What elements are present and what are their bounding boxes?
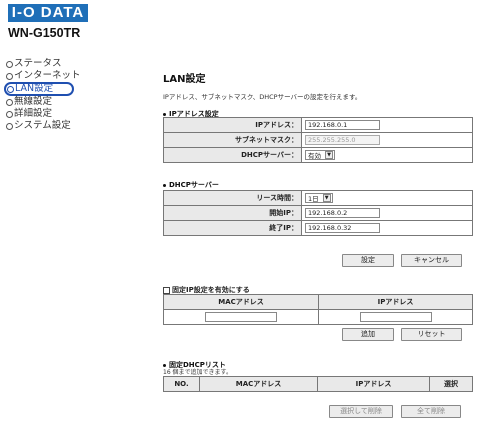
dhcp-list-header-row: NO. MACアドレス IPアドレス 選択 (163, 376, 473, 392)
lease-time-row: リース時間： 1日 ▼ (163, 190, 473, 206)
bullet-icon (163, 112, 166, 116)
ip-address-label: IPアドレス： (163, 117, 302, 133)
static-ip-address-input[interactable] (359, 312, 432, 322)
bullet-icon (6, 98, 13, 106)
bullet-icon (6, 60, 13, 68)
bullet-icon (6, 72, 13, 80)
section-title-text: DHCPサーバー (169, 181, 219, 189)
nav-label: インターネット (14, 70, 81, 81)
dhcp-server-label: DHCPサーバー： (163, 147, 302, 163)
bullet-icon (163, 183, 166, 187)
brand-logo: I-O DATA (8, 4, 88, 22)
dhcp-server-select[interactable]: 有効 ▼ (305, 150, 335, 160)
bullet-icon (7, 85, 14, 93)
dhcp-list-note: 16 個まで追加できます。 (163, 369, 232, 376)
static-ip-header-row: MACアドレス IPアドレス (163, 294, 473, 310)
ip-settings-table: IPアドレス： 192.168.0.1 サブネットマスク： 255.255.25… (163, 117, 473, 163)
dhcp-server-value: 有効 (308, 152, 321, 160)
ip-address-column-header: IPアドレス (317, 376, 430, 392)
nav-label: システム設定 (14, 120, 71, 131)
no-column-header: NO. (163, 376, 200, 392)
mac-address-column-header: MACアドレス (199, 376, 318, 392)
cancel-button[interactable]: キャンセル (401, 254, 462, 267)
ip-address-column-header: IPアドレス (318, 294, 473, 310)
chevron-down-icon: ▼ (322, 194, 331, 202)
subnet-mask-row: サブネットマスク： 255.255.255.0 (163, 132, 473, 148)
chevron-down-icon: ▼ (325, 151, 333, 159)
sidebar-nav: ステータス インターネット LAN設定 無線設定 詳細設定 システム設定 (4, 58, 106, 132)
lease-time-label: リース時間： (163, 190, 302, 206)
static-ip-entry-table: MACアドレス IPアドレス (163, 294, 473, 325)
dhcp-settings-table: リース時間： 1日 ▼ 開始IP： 192.168.0.2 終了IP： 192.1… (163, 190, 473, 236)
mac-address-input[interactable] (205, 312, 277, 322)
nav-label: ステータス (14, 58, 62, 69)
nav-item-internet[interactable]: インターネット (6, 70, 106, 82)
nav-item-lan-settings[interactable]: LAN設定 (4, 82, 74, 96)
nav-label: LAN設定 (15, 83, 54, 94)
page-description: IPアドレス、サブネットマスク、DHCPサーバーの設定を行えます。 (163, 93, 362, 101)
dhcp-server-row: DHCPサーバー： 有効 ▼ (163, 147, 473, 163)
start-ip-row: 開始IP： 192.168.0.2 (163, 205, 473, 221)
ip-address-row: IPアドレス： 192.168.0.1 (163, 117, 473, 133)
end-ip-label: 終了IP： (163, 220, 302, 236)
add-button[interactable]: 追加 (342, 328, 394, 341)
subnet-mask-input: 255.255.255.0 (305, 135, 380, 145)
mac-address-column-header: MACアドレス (163, 294, 319, 310)
static-ip-checkbox[interactable] (163, 286, 170, 294)
delete-selected-button[interactable]: 選択して削除 (329, 405, 393, 418)
end-ip-input[interactable]: 192.168.0.32 (305, 223, 380, 233)
lease-time-value: 1日 (308, 195, 319, 203)
delete-all-button[interactable]: 全て削除 (401, 405, 461, 418)
nav-item-status[interactable]: ステータス (6, 58, 106, 70)
select-column-header: 選択 (429, 376, 473, 392)
end-ip-row: 終了IP： 192.168.0.32 (163, 220, 473, 236)
static-ip-input-row (163, 309, 473, 325)
lease-time-select[interactable]: 1日 ▼ (305, 193, 333, 203)
nav-item-system-settings[interactable]: システム設定 (6, 120, 106, 132)
start-ip-label: 開始IP： (163, 205, 302, 221)
static-ip-checkbox-label: 固定IP設定を有効にする (172, 286, 250, 294)
set-button[interactable]: 設定 (342, 254, 394, 267)
nav-item-advanced-settings[interactable]: 詳細設定 (6, 108, 106, 120)
nav-label: 詳細設定 (14, 108, 53, 119)
bullet-icon (6, 122, 13, 130)
nav-item-wireless-settings[interactable]: 無線設定 (6, 96, 106, 108)
bullet-icon (6, 110, 13, 118)
dhcp-section-title: DHCPサーバー (163, 180, 219, 190)
page-title: LAN設定 (163, 74, 206, 85)
model-name: WN-G150TR (8, 26, 81, 40)
ip-address-input[interactable]: 192.168.0.1 (305, 120, 380, 130)
subnet-mask-label: サブネットマスク： (163, 132, 302, 148)
start-ip-input[interactable]: 192.168.0.2 (305, 208, 380, 218)
static-dhcp-list-table: NO. MACアドレス IPアドレス 選択 (163, 376, 473, 392)
reset-button[interactable]: リセット (401, 328, 462, 341)
nav-label: 無線設定 (14, 96, 53, 107)
